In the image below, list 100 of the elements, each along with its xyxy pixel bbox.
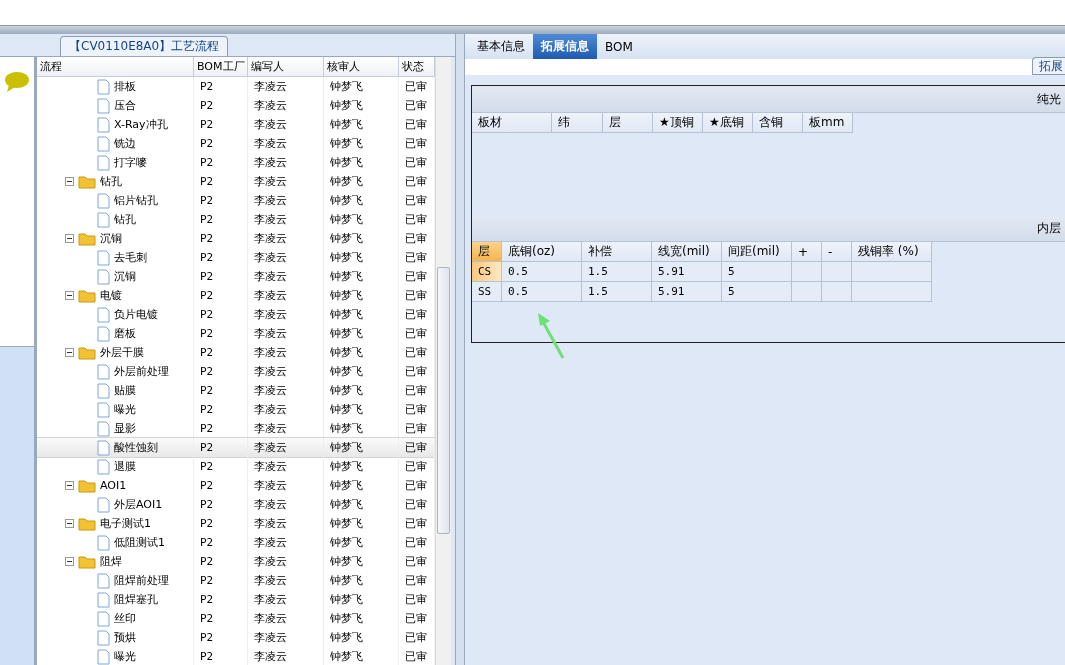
- node-label: 丝印: [114, 611, 136, 626]
- table-cell: 钟梦飞: [330, 117, 363, 132]
- tab[interactable]: 拓展信息: [533, 34, 597, 59]
- tree-row[interactable]: X-Ray冲孔 P2 李凌云 钟梦飞 已审: [37, 115, 435, 134]
- tree-row[interactable]: 钻孔 P2 李凌云 钟梦飞 已审: [37, 172, 435, 191]
- column-header[interactable]: 板材: [472, 113, 552, 133]
- table-cell: 1.5: [588, 265, 608, 278]
- tree-row[interactable]: AOI1 P2 李凌云 钟梦飞 已审: [37, 476, 435, 495]
- tree-row[interactable]: 阻焊前处理 P2 李凌云 钟梦飞 已审: [37, 571, 435, 590]
- tree-row[interactable]: 负片电镀 P2 李凌云 钟梦飞 已审: [37, 305, 435, 324]
- column-header[interactable]: 板mm: [803, 113, 853, 133]
- column-header[interactable]: 层: [472, 242, 502, 262]
- table-cell: 钟梦飞: [330, 440, 363, 455]
- tree-row[interactable]: 打字嘜 P2 李凌云 钟梦飞 已审: [37, 153, 435, 172]
- table-cell: 已审: [405, 117, 427, 132]
- tree-row[interactable]: 退膜 P2 李凌云 钟梦飞 已审: [37, 457, 435, 476]
- tree-row[interactable]: 沉铜 P2 李凌云 钟梦飞 已审: [37, 229, 435, 248]
- node-label: AOI1: [100, 479, 127, 492]
- table-cell: P2: [200, 251, 214, 264]
- table-row[interactable]: CS 0.5 1.5 5.91 5: [472, 262, 1065, 282]
- tree-row[interactable]: 丝印 P2 李凌云 钟梦飞 已审: [37, 609, 435, 628]
- column-header[interactable]: ★顶铜: [653, 113, 703, 133]
- tree-row[interactable]: 酸性蚀刻 P2 李凌云 钟梦飞 已审: [37, 438, 435, 457]
- tree-row[interactable]: 阻焊塞孔 P2 李凌云 钟梦飞 已审: [37, 590, 435, 609]
- table-cell: 李凌云: [254, 592, 287, 607]
- file-icon: [97, 78, 110, 95]
- file-icon: [97, 116, 110, 133]
- tree-row[interactable]: 外层前处理 P2 李凌云 钟梦飞 已审: [37, 362, 435, 381]
- tree-row[interactable]: 外层干膜 P2 李凌云 钟梦飞 已审: [37, 343, 435, 362]
- tree-row[interactable]: 阻焊 P2 李凌云 钟梦飞 已审: [37, 552, 435, 571]
- tree-row[interactable]: 电子测试1 P2 李凌云 钟梦飞 已审: [37, 514, 435, 533]
- corner-tab[interactable]: 拓展: [1032, 57, 1065, 75]
- column-header[interactable]: 层: [603, 113, 653, 133]
- tree-row[interactable]: 铣边 P2 李凌云 钟梦飞 已审: [37, 134, 435, 153]
- collapse-icon[interactable]: [65, 481, 74, 490]
- tree-row[interactable]: 沉铜 P2 李凌云 钟梦飞 已审: [37, 267, 435, 286]
- column-header[interactable]: -: [822, 242, 852, 262]
- column-header[interactable]: +: [792, 242, 822, 262]
- collapse-icon[interactable]: [65, 557, 74, 566]
- table-cell: 已审: [405, 307, 427, 322]
- column-header[interactable]: ★底铜: [703, 113, 753, 133]
- tree-row[interactable]: 压合 P2 李凌云 钟梦飞 已审: [37, 96, 435, 115]
- column-header[interactable]: 底铜(oz): [502, 242, 582, 262]
- tab[interactable]: BOM: [597, 34, 641, 59]
- tree-row[interactable]: 电镀 P2 李凌云 钟梦飞 已审: [37, 286, 435, 305]
- column-header[interactable]: BOM工厂: [194, 57, 248, 76]
- tree-row[interactable]: 贴膜 P2 李凌云 钟梦飞 已审: [37, 381, 435, 400]
- tree-row[interactable]: 磨板 P2 李凌云 钟梦飞 已审: [37, 324, 435, 343]
- tab[interactable]: 基本信息: [469, 34, 533, 59]
- collapse-icon[interactable]: [65, 234, 74, 243]
- panel-title-tab[interactable]: 【CV0110E8A0】工艺流程: [60, 36, 229, 56]
- file-icon: [97, 591, 110, 608]
- collapse-icon[interactable]: [65, 291, 74, 300]
- table-cell: 李凌云: [254, 383, 287, 398]
- column-header[interactable]: 间距(mil): [722, 242, 792, 262]
- table-cell: 钟梦飞: [330, 592, 363, 607]
- column-header[interactable]: 含铜: [753, 113, 803, 133]
- file-icon: [97, 420, 110, 437]
- tree-row[interactable]: 预烘 P2 李凌云 钟梦飞 已审: [37, 628, 435, 647]
- tree-row[interactable]: 去毛刺 P2 李凌云 钟梦飞 已审: [37, 248, 435, 267]
- row-header[interactable]: SS: [472, 282, 502, 302]
- node-label: 退膜: [114, 459, 136, 474]
- table-cell: 已审: [405, 592, 427, 607]
- column-header[interactable]: 线宽(mil): [652, 242, 722, 262]
- table-cell: 钟梦飞: [330, 174, 363, 189]
- column-header[interactable]: 残铜率 (%): [852, 242, 932, 262]
- scrollbar-thumb[interactable]: [437, 267, 450, 534]
- tree-row[interactable]: 外层AOI1 P2 李凌云 钟梦飞 已审: [37, 495, 435, 514]
- row-header[interactable]: CS: [472, 262, 502, 282]
- table-cell: 已审: [405, 402, 427, 417]
- collapse-icon[interactable]: [65, 348, 74, 357]
- collapse-icon[interactable]: [65, 177, 74, 186]
- tree-row[interactable]: 钻孔 P2 李凌云 钟梦飞 已审: [37, 210, 435, 229]
- column-header[interactable]: 编写人: [248, 57, 324, 76]
- folder-icon: [78, 554, 96, 569]
- tree-row[interactable]: 铝片钻孔 P2 李凌云 钟梦飞 已审: [37, 191, 435, 210]
- table-cell: 李凌云: [254, 117, 287, 132]
- scrollbar[interactable]: [435, 57, 451, 665]
- column-header[interactable]: 补偿: [582, 242, 652, 262]
- table-cell: P2: [200, 308, 214, 321]
- file-icon: [97, 268, 110, 285]
- tree-row[interactable]: 低阻测试1 P2 李凌云 钟梦飞 已审: [37, 533, 435, 552]
- column-header[interactable]: 纬: [552, 113, 603, 133]
- table-cell: 已审: [405, 98, 427, 113]
- table-row[interactable]: SS 0.5 1.5 5.91 5: [472, 282, 1065, 302]
- column-header[interactable]: 核审人: [324, 57, 399, 76]
- table-cell: P2: [200, 498, 214, 511]
- table-cell: 已审: [405, 440, 427, 455]
- table-cell: 已审: [405, 193, 427, 208]
- folder-icon: [78, 231, 96, 246]
- column-header[interactable]: 流程: [37, 57, 194, 76]
- tree-row[interactable]: 曝光 P2 李凌云 钟梦飞 已审: [37, 647, 435, 665]
- table-cell: 李凌云: [254, 402, 287, 417]
- table-cell: P2: [200, 612, 214, 625]
- table-cell: 李凌云: [254, 554, 287, 569]
- collapse-icon[interactable]: [65, 519, 74, 528]
- tree-row[interactable]: 排板 P2 李凌云 钟梦飞 已审: [37, 77, 435, 96]
- table-cell: 李凌云: [254, 193, 287, 208]
- table-cell: 钟梦飞: [330, 288, 363, 303]
- tree-row[interactable]: 曝光 P2 李凌云 钟梦飞 已审: [37, 400, 435, 419]
